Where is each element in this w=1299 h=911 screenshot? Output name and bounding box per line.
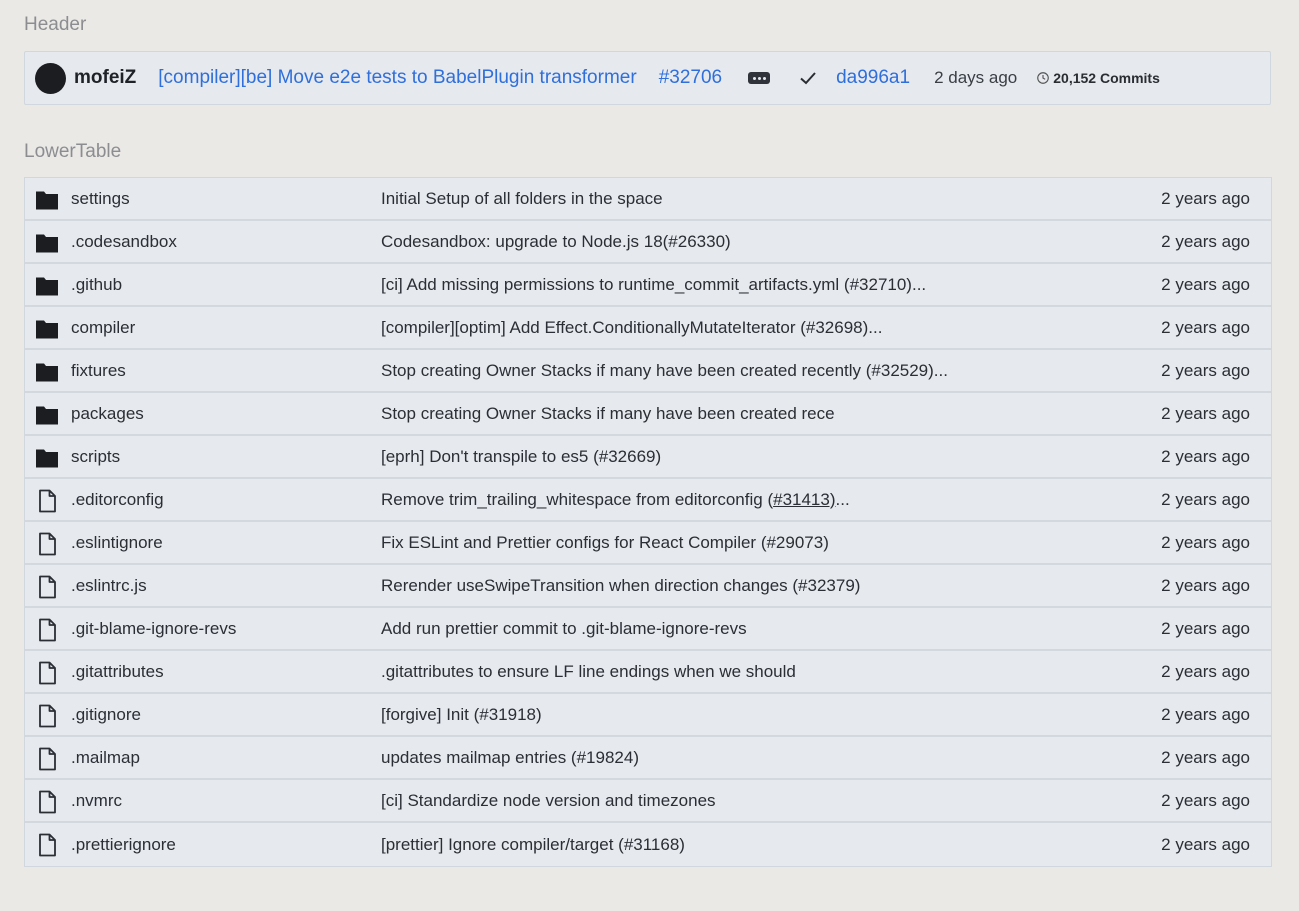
folder-icon [35,274,59,298]
row-commit-message-link[interactable]: [eprh] Don't transpile to es5 (#32669) [381,447,661,467]
row-name-link[interactable]: .git-blame-ignore-revs [71,619,236,639]
file-icon [35,833,59,857]
row-commit-message-link[interactable]: updates mailmap entries (#19824) [381,748,639,768]
file-table: settings Initial Setup of all folders in … [24,177,1272,867]
row-name-link[interactable]: .mailmap [71,748,140,768]
row-age: 2 years ago [1161,790,1250,810]
row-commit-message-link[interactable]: [forgive] Init (#31918) [381,705,542,725]
file-icon [35,704,59,728]
row-commit-message-link[interactable]: [prettier] Ignore compiler/target (#3116… [381,835,685,855]
file-icon [35,532,59,556]
table-row[interactable]: settings Initial Setup of all folders in … [25,178,1271,221]
pull-request-link[interactable]: #32706 [659,67,722,89]
table-row[interactable]: fixtures Stop creating Owner Stacks if ma… [25,350,1271,393]
history-icon [1037,72,1050,84]
message-part: ... [835,489,850,509]
file-icon [35,747,59,771]
row-name-link[interactable]: .eslintrc.js [71,576,147,596]
row-name-link[interactable]: .prettierignore [71,835,176,855]
row-commit-message-link[interactable]: [ci] Standardize node version and timezo… [381,791,716,811]
ellipsis-icon[interactable] [748,72,771,84]
commit-time: 2 days ago [934,68,1018,87]
commit-sha-link[interactable]: da996a1 [836,67,910,89]
file-icon [35,575,59,599]
row-commit-message-link[interactable]: Remove trim_trailing_whitespace from edi… [381,490,850,510]
table-row[interactable]: .editorconfig Remove trim_trailing_whites… [25,479,1271,522]
folder-icon [35,403,59,427]
row-name-link[interactable]: .github [71,275,122,295]
file-icon [35,489,59,513]
row-age: 2 years ago [1161,575,1250,595]
table-row[interactable]: .gitignore [forgive] Init (#31918) 2 years… [25,694,1271,737]
commits-count: 20,152 Commits [1053,70,1160,86]
commit-author[interactable]: mofeiZ [74,67,136,89]
row-age: 2 years ago [1161,446,1250,466]
message-part: Remove trim_trailing_whitespace from edi… [381,489,774,509]
row-age: 2 years ago [1161,704,1250,724]
row-name-link[interactable]: .gitattributes [71,662,164,682]
row-age: 2 years ago [1161,532,1250,552]
check-icon[interactable] [798,68,818,88]
row-commit-message-link[interactable]: Stop creating Owner Stacks if many have … [381,361,948,381]
table-row[interactable]: scripts [eprh] Don't transpile to es5 (#3… [25,436,1271,479]
row-name-link[interactable]: .gitignore [71,705,141,725]
file-icon [35,618,59,642]
row-age: 2 years ago [1161,403,1250,423]
table-row[interactable]: .mailmap updates mailmap entries (#19824)… [25,737,1271,780]
commits-history-link[interactable]: 20,152 Commits [1036,70,1160,86]
row-age: 2 years ago [1161,618,1250,638]
row-commit-message-link[interactable]: Codesandbox: upgrade to Node.js 18(#2633… [381,232,731,252]
row-commit-message-link[interactable]: Add run prettier commit to .git-blame-ig… [381,619,747,639]
folder-icon [35,360,59,384]
commit-message-link[interactable]: [compiler][be] Move e2e tests to BabelPl… [158,67,636,89]
row-age: 2 years ago [1161,661,1250,681]
row-commit-message-link[interactable]: Stop creating Owner Stacks if many have … [381,404,835,424]
row-name-link[interactable]: fixtures [71,361,126,381]
folder-icon [35,317,59,341]
avatar[interactable] [35,62,66,94]
section-label-lower-table: LowerTable [24,141,122,162]
row-name-link[interactable]: compiler [71,318,135,338]
table-row[interactable]: .eslintignore Fix ESLint and Prettier con… [25,522,1271,565]
row-name-link[interactable]: .eslintignore [71,533,163,553]
folder-icon [35,188,59,212]
folder-icon [35,446,59,470]
row-commit-message-link[interactable]: Initial Setup of all folders in the spac… [381,189,663,209]
row-name-link[interactable]: settings [71,189,130,209]
table-row[interactable]: .git-blame-ignore-revs Add run prettier c… [25,608,1271,651]
table-row[interactable]: .gitattributes .gitattributes to ensure … [25,651,1271,694]
row-age: 2 years ago [1161,747,1250,767]
row-age: 2 years ago [1161,231,1250,251]
row-age: 2 years ago [1161,188,1250,208]
file-icon [35,790,59,814]
row-age: 2 years ago [1161,834,1250,854]
row-name-link[interactable]: .editorconfig [71,490,164,510]
row-commit-message-link[interactable]: Fix ESLint and Prettier configs for Reac… [381,533,829,553]
row-commit-message-link[interactable]: Rerender useSwipeTransition when directi… [381,576,860,596]
row-commit-message-link[interactable]: [compiler][optim] Add Effect.Conditional… [381,318,882,338]
table-row[interactable]: .nvmrc [ci] Standardize node version and … [25,780,1271,823]
table-row[interactable]: .prettierignore [prettier] Ignore compile… [25,823,1271,866]
folder-icon [35,231,59,255]
row-commit-message-link[interactable]: .gitattributes to ensure LF line endings… [381,662,796,682]
table-row[interactable]: .github [ci] Add missing permissions to r… [25,264,1271,307]
section-label-header: Header [24,14,87,35]
row-age: 2 years ago [1161,274,1250,294]
table-row[interactable]: packages Stop creating Owner Stacks if ma… [25,393,1271,436]
table-row[interactable]: .codesandbox Codesandbox: upgrade to Nod… [25,221,1271,264]
row-age: 2 years ago [1161,360,1250,380]
row-commit-message-link[interactable]: [ci] Add missing permissions to runtime_… [381,275,926,295]
row-name-link[interactable]: .codesandbox [71,232,177,252]
file-icon [35,661,59,685]
row-age: 2 years ago [1161,317,1250,337]
row-name-link[interactable]: .nvmrc [71,791,122,811]
table-row[interactable]: .eslintrc.js Rerender useSwipeTransition … [25,565,1271,608]
table-row[interactable]: compiler [compiler][optim] Add Effect.Con… [25,307,1271,350]
row-age: 2 years ago [1161,489,1250,509]
latest-commit-bar: mofeiZ [compiler][be] Move e2e tests to … [24,51,1271,105]
pr-link[interactable]: #31413) [773,490,835,509]
row-name-link[interactable]: packages [71,404,144,424]
row-name-link[interactable]: scripts [71,447,120,467]
